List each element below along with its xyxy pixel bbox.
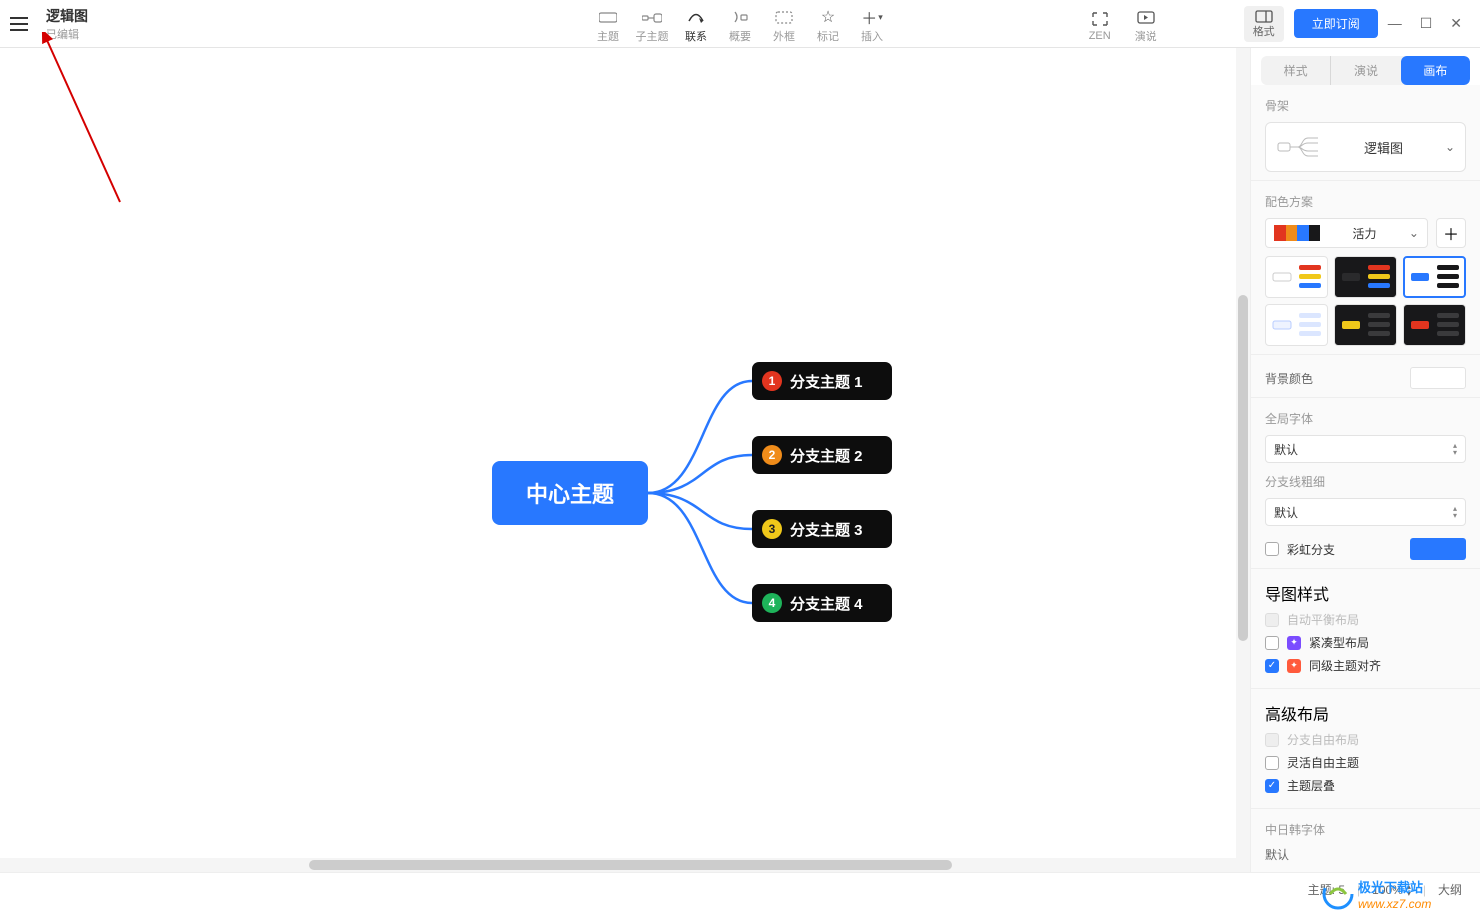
format-panel: 样式 演说 画布 骨架 逻辑图 ⌄ 配色方案 bbox=[1250, 48, 1480, 872]
global-font-select[interactable]: 默认 ▴▾ bbox=[1265, 435, 1466, 463]
pro-badge-icon: ✦ bbox=[1287, 659, 1301, 673]
topic-button[interactable]: 主题 bbox=[586, 3, 630, 44]
same-level-align-checkbox[interactable]: ✓ bbox=[1265, 659, 1279, 673]
color-scheme-label: 配色方案 bbox=[1265, 193, 1466, 210]
marker-4-icon: 4 bbox=[762, 593, 782, 613]
subscribe-button[interactable]: 立即订阅 bbox=[1294, 9, 1378, 38]
document-subtitle: 已编辑 bbox=[46, 26, 88, 42]
format-toggle[interactable]: 格式 bbox=[1244, 6, 1284, 42]
document-title-block: 逻辑图 已编辑 bbox=[46, 6, 88, 42]
svg-text:极光下载站: 极光下载站 bbox=[1358, 880, 1423, 895]
vertical-scrollbar[interactable] bbox=[1236, 48, 1250, 872]
advanced-title: 高级布局 bbox=[1265, 701, 1466, 725]
subtopic-button[interactable]: 子主题 bbox=[630, 3, 674, 44]
relationship-icon bbox=[687, 7, 705, 27]
chevron-down-icon: ⌄ bbox=[1409, 226, 1419, 240]
summary-button[interactable]: 概要 bbox=[718, 3, 762, 44]
branch-topic-3[interactable]: 3分支主题 3 bbox=[752, 510, 892, 548]
maximize-icon[interactable]: ☐ bbox=[1420, 15, 1433, 32]
color-scheme-select[interactable]: 活力 ⌄ bbox=[1265, 218, 1428, 248]
skeleton-label: 骨架 bbox=[1265, 97, 1466, 114]
tab-canvas[interactable]: 画布 bbox=[1401, 56, 1470, 85]
color-swatch-icon bbox=[1274, 225, 1320, 241]
map-style-title: 导图样式 bbox=[1265, 581, 1466, 605]
free-branch-checkbox bbox=[1265, 733, 1279, 747]
status-bar: 主题: 5 | 100% ▴▾ | 大纲 bbox=[0, 872, 1480, 906]
free-topic-checkbox[interactable] bbox=[1265, 756, 1279, 770]
compact-checkbox[interactable] bbox=[1265, 636, 1279, 650]
minimize-icon[interactable]: — bbox=[1388, 15, 1402, 32]
summary-icon bbox=[732, 7, 748, 27]
insert-button[interactable]: ＋▾ 插入 bbox=[850, 3, 894, 44]
branch-topic-2[interactable]: 2分支主题 2 bbox=[752, 436, 892, 474]
stepper-icon: ▴▾ bbox=[1453, 505, 1457, 519]
auto-balance-checkbox bbox=[1265, 613, 1279, 627]
center-topic[interactable]: 中心主题 bbox=[492, 461, 648, 525]
theme-preview-2[interactable] bbox=[1334, 256, 1397, 298]
canvas[interactable]: 中心主题 1分支主题 1 2分支主题 2 3分支主题 3 4分支主题 4 bbox=[0, 48, 1250, 872]
branch-width-select[interactable]: 默认 ▴▾ bbox=[1265, 498, 1466, 526]
cjk-font-label: 中日韩字体 bbox=[1265, 821, 1466, 838]
tab-pitch[interactable]: 演说 bbox=[1331, 56, 1400, 85]
rainbow-checkbox[interactable] bbox=[1265, 542, 1279, 556]
subtopic-icon bbox=[642, 7, 662, 27]
pitch-button[interactable]: 演说 bbox=[1128, 3, 1164, 44]
zen-icon bbox=[1092, 9, 1108, 29]
tab-style[interactable]: 样式 bbox=[1261, 56, 1331, 85]
cjk-font-value: 默认 bbox=[1265, 846, 1466, 863]
horizontal-scrollbar[interactable] bbox=[0, 858, 1236, 872]
topic-stack-checkbox[interactable]: ✓ bbox=[1265, 779, 1279, 793]
zen-button[interactable]: ZEN bbox=[1082, 5, 1118, 42]
boundary-button[interactable]: 外框 bbox=[762, 3, 806, 44]
stepper-icon: ▴▾ bbox=[1453, 442, 1457, 456]
add-scheme-button[interactable]: ＋ bbox=[1436, 218, 1466, 248]
skeleton-select[interactable]: 逻辑图 ⌄ bbox=[1265, 122, 1466, 172]
marker-2-icon: 2 bbox=[762, 445, 782, 465]
structure-icon bbox=[1276, 132, 1322, 162]
marker-3-icon: 3 bbox=[762, 519, 782, 539]
theme-preview-6[interactable] bbox=[1403, 304, 1466, 346]
rainbow-label: 彩虹分支 bbox=[1287, 541, 1402, 558]
global-font-label: 全局字体 bbox=[1265, 410, 1466, 427]
theme-preview-1[interactable] bbox=[1265, 256, 1328, 298]
star-icon: ☆ bbox=[821, 7, 835, 27]
bg-color-picker[interactable] bbox=[1410, 367, 1466, 389]
rainbow-color-chip[interactable] bbox=[1410, 538, 1466, 560]
close-icon[interactable]: ✕ bbox=[1450, 15, 1462, 32]
marker-1-icon: 1 bbox=[762, 371, 782, 391]
panel-icon bbox=[1255, 9, 1273, 23]
watermark: 极光下载站 www.xz7.com bbox=[1320, 874, 1470, 914]
branch-width-label: 分支线粗细 bbox=[1265, 473, 1466, 490]
document-title: 逻辑图 bbox=[46, 6, 88, 26]
branch-topic-1[interactable]: 1分支主题 1 bbox=[752, 362, 892, 400]
marker-button[interactable]: ☆ 标记 bbox=[806, 3, 850, 44]
bg-color-label: 背景颜色 bbox=[1265, 370, 1313, 387]
topic-icon bbox=[599, 7, 617, 27]
play-icon bbox=[1137, 7, 1155, 27]
plus-icon: ＋▾ bbox=[861, 7, 883, 27]
chevron-down-icon: ⌄ bbox=[1445, 140, 1455, 154]
theme-preview-5[interactable] bbox=[1334, 304, 1397, 346]
relationship-button[interactable]: 联系 bbox=[674, 3, 718, 44]
boundary-icon bbox=[775, 7, 793, 27]
svg-text:www.xz7.com: www.xz7.com bbox=[1358, 897, 1431, 911]
pro-badge-icon: ✦ bbox=[1287, 636, 1301, 650]
theme-preview-3[interactable] bbox=[1403, 256, 1466, 298]
theme-preview-4[interactable] bbox=[1265, 304, 1328, 346]
branch-topic-4[interactable]: 4分支主题 4 bbox=[752, 584, 892, 622]
menu-icon[interactable] bbox=[10, 17, 28, 31]
